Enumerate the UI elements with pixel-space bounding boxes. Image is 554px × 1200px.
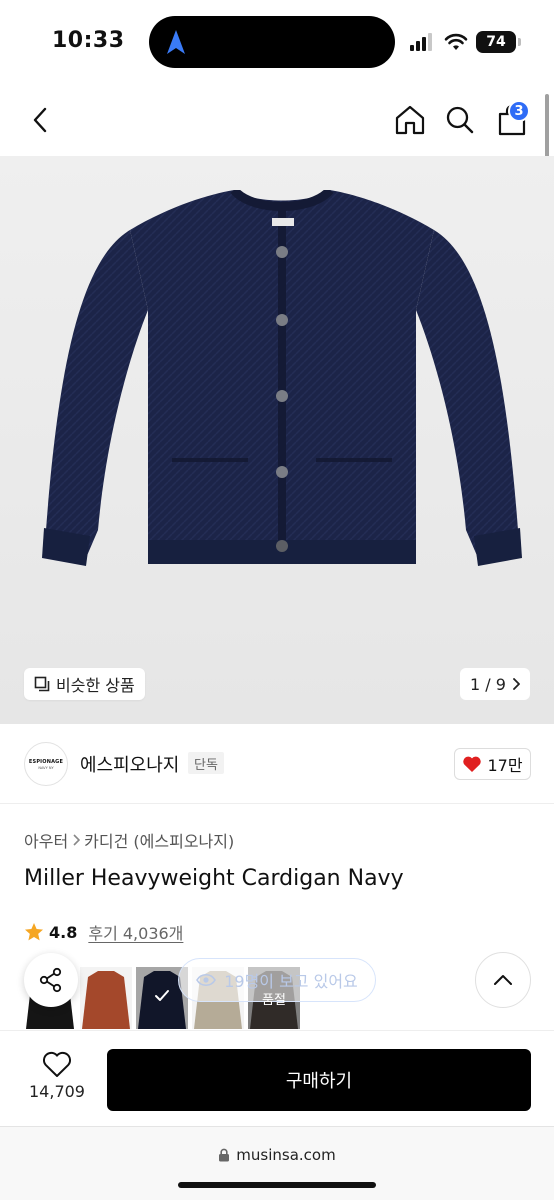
brand-like-button[interactable]: 17만 (454, 748, 531, 780)
status-indicators: 74 (410, 30, 521, 54)
scroll-top-button[interactable] (475, 952, 531, 1008)
product-image-gallery[interactable]: 비슷한 상품 1 / 9 (0, 156, 554, 724)
home-icon (395, 105, 425, 135)
heart-filled-icon (463, 756, 482, 772)
image-page-indicator[interactable]: 1 / 9 (460, 668, 530, 700)
similar-products-button[interactable]: 비슷한 상품 (24, 668, 145, 700)
search-icon (446, 106, 474, 134)
rating-value: 4.8 (49, 922, 78, 942)
product-image (42, 190, 522, 566)
swatch-image (80, 967, 132, 1029)
home-indicator[interactable] (178, 1182, 376, 1188)
navigation-arrow-icon (167, 30, 185, 54)
wishlist-count: 14,709 (29, 1082, 85, 1101)
rating-row: 4.8 후기 4,036개 (24, 920, 183, 944)
chevron-up-icon (494, 975, 512, 985)
battery-indicator: 74 (476, 31, 521, 53)
page-indicator-text: 1 / 9 (470, 674, 506, 694)
breadcrumb: 아우터 카디건 (에스피오나지) (24, 828, 234, 852)
dynamic-island (149, 16, 395, 68)
url-display[interactable]: musinsa.com (0, 1146, 554, 1164)
check-icon (155, 990, 169, 1001)
eye-icon (196, 973, 217, 987)
brand-name[interactable]: 에스피오나지 (80, 751, 179, 777)
buy-button[interactable]: 구매하기 (107, 1049, 531, 1111)
soldout-label: 품절 (262, 993, 286, 1008)
star-icon (25, 923, 43, 941)
cart-count-badge: 3 (508, 100, 530, 122)
product-title: Miller Heavyweight Cardigan Navy (24, 866, 404, 891)
home-button[interactable] (392, 102, 428, 138)
share-icon (39, 967, 62, 993)
purchase-bar: 14,709 구매하기 (0, 1030, 554, 1126)
url-text: musinsa.com (236, 1146, 336, 1164)
chevron-left-icon (33, 107, 47, 133)
status-time: 10:33 (52, 28, 125, 53)
brand-row[interactable]: ESPIONAGE NAVY NY 에스피오나지 단독 17만 (0, 724, 554, 804)
status-bar: 10:33 74 (0, 0, 554, 84)
review-count-link[interactable]: 후기 4,036개 (88, 920, 183, 944)
swatch-orange[interactable] (80, 967, 132, 1029)
browser-address-bar[interactable]: musinsa.com (0, 1126, 554, 1200)
breadcrumb-subcategory[interactable]: 카디건 (에스피오나지) (84, 828, 234, 852)
lock-icon (219, 1148, 230, 1162)
brand-logo[interactable]: ESPIONAGE NAVY NY (24, 742, 68, 786)
breadcrumb-category[interactable]: 아우터 (24, 828, 68, 852)
chevron-right-icon (513, 678, 520, 690)
app-bar (0, 84, 554, 156)
cellular-signal-icon (410, 33, 436, 51)
brand-like-count: 17만 (487, 756, 523, 775)
similar-products-label: 비슷한 상품 (56, 676, 135, 695)
search-button[interactable] (442, 102, 478, 138)
back-button[interactable] (22, 102, 58, 138)
wifi-icon (444, 33, 468, 50)
wishlist-button[interactable]: 14,709 (22, 1051, 92, 1101)
chevron-right-icon (72, 831, 81, 850)
share-button[interactable] (24, 953, 78, 1007)
heart-outline-icon (43, 1051, 71, 1077)
exclusive-badge: 단독 (188, 752, 224, 774)
copy-icon (34, 676, 50, 692)
